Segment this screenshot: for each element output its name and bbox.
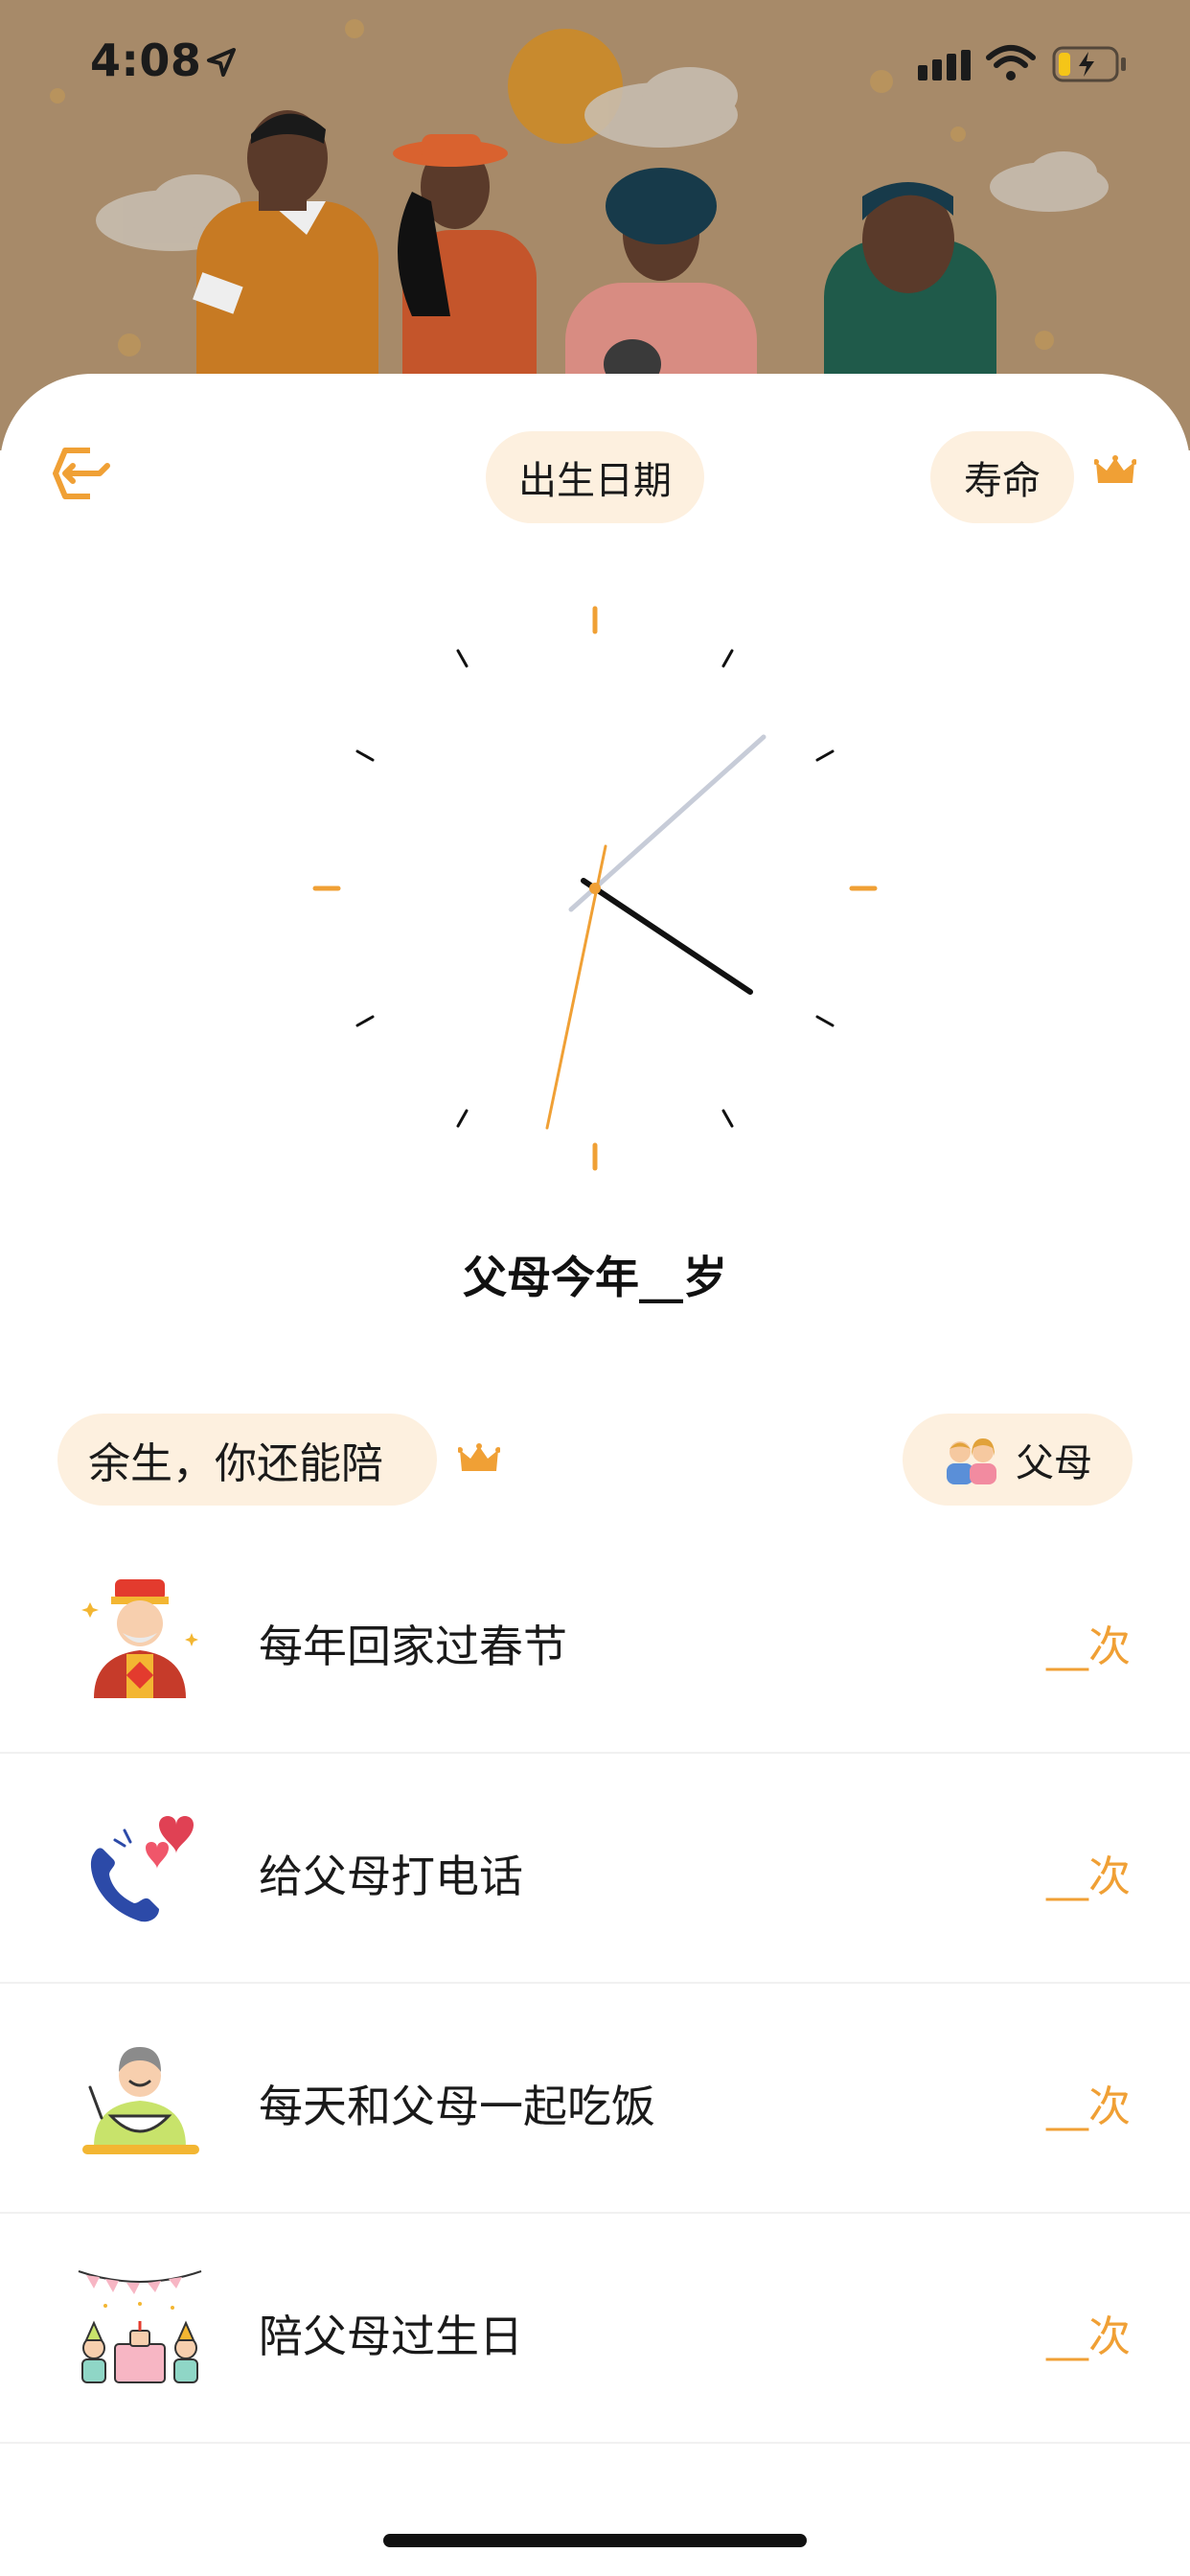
activity-count: __次 — [1046, 1852, 1131, 1901]
parents-label: 父母 — [1016, 1441, 1092, 1485]
home-indicator[interactable] — [383, 2534, 807, 2547]
list-item: 陪父母过生日 __次 — [0, 2214, 1190, 2444]
wifi-icon — [986, 45, 1036, 80]
list-item: 每年回家过春节 __次 — [0, 1524, 1190, 1754]
parents-age-title: 父母今年__岁 — [463, 1252, 727, 1303]
battery-icon — [1052, 46, 1126, 82]
eating-meal-icon — [82, 2047, 199, 2154]
parents-selector-button[interactable]: 父母 — [903, 1414, 1133, 1506]
phone-hearts-icon — [90, 1816, 194, 1922]
birth-date-button[interactable]: 出生日期 — [486, 431, 704, 523]
birth-date-label: 出生日期 — [518, 459, 672, 503]
cellular-signal-icon — [918, 50, 971, 80]
activity-label: 陪父母过生日 — [259, 2311, 523, 2362]
remaining-label: 余生，你还能陪 — [88, 1439, 383, 1488]
activity-count: __次 — [1046, 1622, 1131, 1671]
back-arrow-icon[interactable] — [52, 443, 113, 504]
lifespan-button[interactable]: 寿命 — [930, 431, 1074, 523]
status-time: 4:08 — [90, 34, 202, 86]
crown-icon — [1094, 455, 1136, 483]
activity-label: 给父母打电话 — [259, 1851, 523, 1902]
clock-hour-hand — [581, 878, 753, 995]
location-arrow-icon — [207, 48, 236, 77]
parents-avatar-icon — [947, 1438, 996, 1484]
activity-count: __次 — [1046, 2312, 1131, 2361]
status-bar: 4:08 — [0, 0, 1190, 125]
clock-minute-hand — [568, 734, 767, 912]
god-of-wealth-icon — [81, 1579, 198, 1698]
clock-center — [589, 883, 601, 894]
activity-list: 每年回家过春节 __次 给父母打电话 __次 每天和父母一起吃饭 __次 陪父母… — [0, 1524, 1190, 2444]
list-item: 给父母打电话 __次 — [0, 1754, 1190, 1984]
list-item: 每天和父母一起吃饭 __次 — [0, 1984, 1190, 2214]
activity-label: 每年回家过春节 — [259, 1621, 567, 1672]
lifespan-label: 寿命 — [964, 459, 1041, 503]
remaining-life-pill: 余生，你还能陪 — [57, 1414, 437, 1506]
activity-count: __次 — [1046, 2082, 1131, 2131]
life-clock — [312, 606, 878, 1171]
crown-icon — [458, 1443, 500, 1471]
birthday-party-icon — [78, 2270, 202, 2383]
activity-label: 每天和父母一起吃饭 — [259, 2081, 655, 2132]
